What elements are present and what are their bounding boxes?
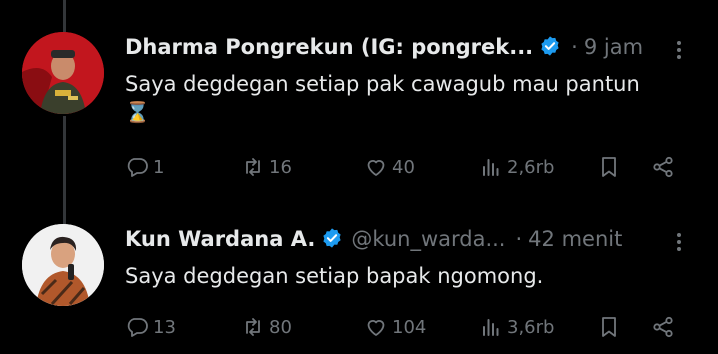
timestamp[interactable]: 9 jam: [584, 35, 643, 59]
avatar[interactable]: [22, 32, 104, 114]
verified-badge-icon: [539, 35, 561, 63]
separator-dot: ·: [515, 227, 523, 251]
share-icon: [653, 316, 673, 338]
retweet-button[interactable]: 16: [241, 152, 292, 182]
like-count: 40: [392, 156, 415, 178]
separator-dot: ·: [571, 35, 578, 59]
retweet-button[interactable]: 80: [241, 312, 292, 342]
bookmark-button[interactable]: [597, 152, 621, 182]
retweet-icon: [246, 318, 260, 336]
retweet-count: 16: [269, 156, 292, 178]
reply-count: 1: [153, 156, 165, 178]
hourglass-emoji: ⌛: [125, 100, 150, 124]
bookmark-icon: [602, 157, 616, 177]
reply-count: 13: [153, 316, 176, 338]
share-button[interactable]: [651, 312, 675, 342]
tweet-header: Dharma Pongrekun (IG: pongrek... · 9 jam: [125, 34, 643, 63]
verified-badge-icon: [321, 227, 343, 255]
more-options-icon[interactable]: [676, 230, 682, 254]
view-count: 2,6rb: [507, 156, 555, 178]
tweet[interactable]: Kun Wardana A. @kun_warda... · 42 menit Say…: [0, 210, 718, 354]
tweet-text: Saya degdegan setiap pak cawagub mau pan…: [125, 70, 640, 126]
share-icon: [653, 156, 673, 178]
views-button[interactable]: 3,6rb: [479, 312, 554, 342]
more-options-icon[interactable]: [676, 38, 682, 62]
heart-icon: [367, 320, 385, 336]
display-name[interactable]: Dharma Pongrekun (IG: pongrek...: [125, 35, 533, 59]
tweet-actions: 1 16 40 2,6rb: [125, 152, 685, 182]
timestamp[interactable]: 42 menit: [528, 227, 622, 251]
handle[interactable]: @kun_warda...: [351, 227, 505, 251]
views-button[interactable]: 2,6rb: [479, 152, 554, 182]
tweet-text-line: Saya degdegan setiap pak cawagub mau pan…: [125, 72, 640, 96]
view-count: 3,6rb: [507, 316, 555, 338]
tweet-text-line: Saya degdegan setiap bapak ngomong.: [125, 264, 544, 288]
reply-button[interactable]: 1: [125, 152, 164, 182]
bookmark-button[interactable]: [597, 312, 621, 342]
retweet-icon: [246, 158, 260, 176]
like-count: 104: [392, 316, 427, 338]
like-button[interactable]: 104: [364, 312, 426, 342]
tweet-actions: 13 80 104 3,6rb: [125, 312, 685, 342]
views-icon: [483, 159, 499, 176]
tweet[interactable]: Dharma Pongrekun (IG: pongrek... · 9 jam S…: [0, 0, 718, 210]
share-button[interactable]: [651, 152, 675, 182]
avatar-image: [22, 32, 104, 114]
tweet-header: Kun Wardana A. @kun_warda... · 42 menit: [125, 226, 622, 255]
views-icon: [483, 319, 499, 336]
avatar[interactable]: [22, 224, 104, 306]
reply-button[interactable]: 13: [125, 312, 176, 342]
tweet-text: Saya degdegan setiap bapak ngomong.: [125, 262, 543, 290]
display-name[interactable]: Kun Wardana A.: [125, 227, 315, 251]
retweet-count: 80: [269, 316, 292, 338]
like-button[interactable]: 40: [364, 152, 415, 182]
reply-icon: [127, 318, 148, 337]
reply-icon: [127, 158, 148, 177]
heart-icon: [367, 160, 385, 176]
bookmark-icon: [602, 317, 616, 337]
avatar-image: [22, 224, 104, 306]
